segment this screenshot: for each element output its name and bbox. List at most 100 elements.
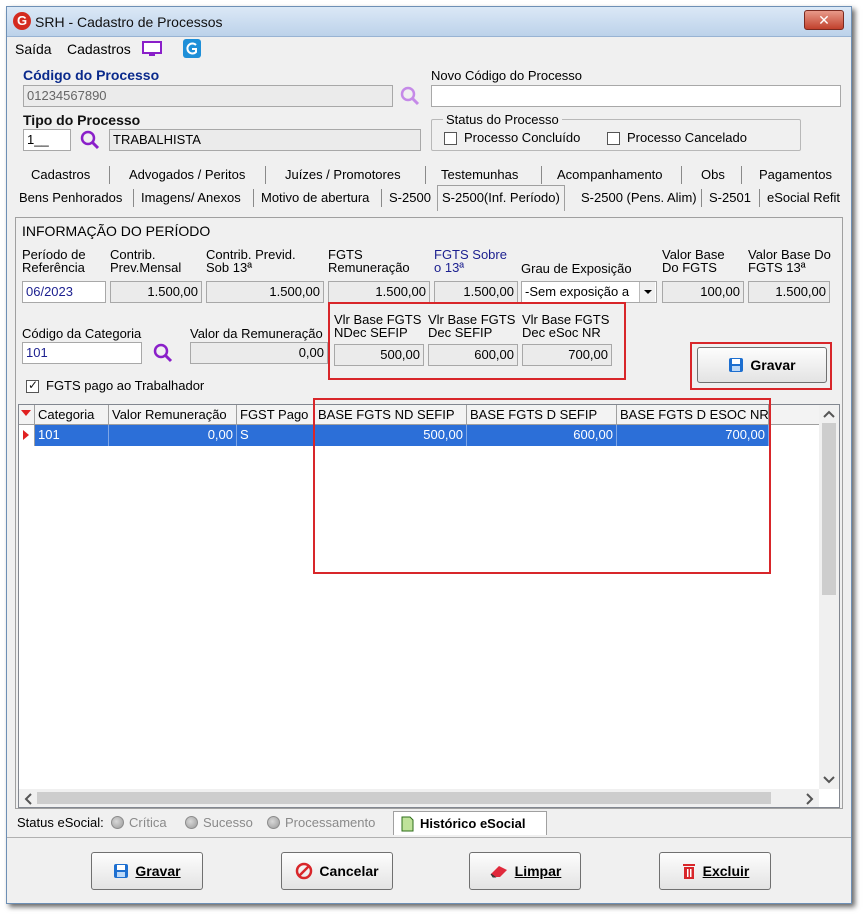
tab-cadastros[interactable]: Cadastros [27, 164, 94, 186]
menu-cadastros[interactable]: Cadastros [67, 41, 131, 57]
chevron-down-icon [644, 290, 652, 294]
footer-delete-button[interactable]: Excluir [659, 852, 771, 890]
footer-cancel-button[interactable]: Cancelar [281, 852, 393, 890]
col-fgst-pago[interactable]: FGST Pago [237, 405, 315, 425]
tab-motivo-abertura[interactable]: Motivo de abertura [257, 187, 373, 209]
periodo-input[interactable]: 06/2023 [22, 281, 106, 303]
cell-fgst-pago[interactable]: S [237, 425, 315, 446]
fgts-13-field[interactable]: 1.500,00 [434, 281, 518, 303]
app-window: G SRH - Cadastro de Processos ✕ Saída Ca… [6, 6, 852, 904]
window-title: SRH - Cadastro de Processos [35, 14, 223, 30]
sucesso-label: Sucesso [203, 815, 253, 830]
tab-bens-penhorados[interactable]: Bens Penhorados [15, 187, 126, 209]
fgts-rem-label: FGTS Remuneração [328, 247, 410, 275]
tipo-code-input[interactable]: 1__ [23, 129, 71, 151]
novo-codigo-label: Novo Código do Processo [431, 68, 583, 83]
trash-icon [682, 864, 695, 879]
vlr-dec-field[interactable]: 600,00 [428, 344, 518, 366]
cell-categoria[interactable]: 101 [35, 425, 109, 446]
close-button[interactable]: ✕ [804, 10, 844, 30]
tab-testemunhas[interactable]: Testemunhas [437, 164, 522, 186]
historico-esocial-label: Histórico eSocial [420, 816, 526, 831]
vlr-esoc-field[interactable]: 700,00 [522, 344, 612, 366]
tab-s2500[interactable]: S-2500 [385, 187, 435, 209]
footer-cancel-label: Cancelar [319, 863, 379, 879]
tab-separator [133, 189, 134, 207]
remuneracao-label: Valor da Remuneração [190, 326, 323, 341]
concluido-checkbox[interactable] [444, 132, 457, 145]
codigo-input[interactable]: 01234567890 [23, 85, 393, 107]
tab-separator [681, 166, 682, 184]
contrib-13-field[interactable]: 1.500,00 [206, 281, 324, 303]
fgts-rem-field[interactable]: 1.500,00 [328, 281, 430, 303]
tipo-label: Tipo do Processo [23, 112, 141, 128]
tab-separator [109, 166, 110, 184]
tab-juizes[interactable]: Juízes / Promotores [281, 164, 405, 186]
tab-s2500-pens-alim[interactable]: S-2500 (Pens. Alim) [577, 187, 701, 209]
vb-fgts-field[interactable]: 100,00 [662, 281, 744, 303]
contrib-mensal-field[interactable]: 1.500,00 [110, 281, 202, 303]
processamento-radio[interactable] [267, 816, 280, 829]
remuneracao-field[interactable]: 0,00 [190, 342, 328, 364]
tab-separator [381, 189, 382, 207]
critica-radio[interactable] [111, 816, 124, 829]
save-icon [114, 864, 129, 878]
col-categoria[interactable]: Categoria [35, 405, 109, 425]
tab-pagamentos[interactable]: Pagamentos [755, 164, 836, 186]
footer-clear-button[interactable]: Limpar [469, 852, 581, 890]
periodo-label: Período de Referência [22, 247, 86, 275]
status-processo-label: Status do Processo [443, 112, 562, 127]
tabs-row-1: Cadastros Advogados / Peritos Juízes / P… [13, 164, 845, 186]
scroll-h-thumb[interactable] [37, 792, 771, 804]
tab-s2501[interactable]: S-2501 [705, 187, 755, 209]
tab-s2500-inf-periodo[interactable]: S-2500(Inf. Período) [437, 185, 565, 211]
footer-delete-label: Excluir [702, 863, 750, 879]
vlr-ndec-field[interactable]: 500,00 [334, 344, 424, 366]
menu-saida[interactable]: Saída [15, 41, 52, 57]
tab-separator [425, 166, 426, 184]
document-icon [401, 816, 414, 831]
tab-obs[interactable]: Obs [697, 164, 729, 186]
footer-save-label: Gravar [135, 863, 181, 879]
monitor-icon[interactable] [141, 40, 163, 58]
tab-esocial-refit[interactable]: eSocial Refit [763, 187, 844, 209]
gravar-periodo-label: Gravar [750, 357, 796, 373]
search-categoria-icon[interactable] [152, 342, 174, 364]
categoria-input[interactable]: 101 [22, 342, 142, 364]
horizontal-scrollbar[interactable] [19, 789, 819, 807]
scroll-right-icon[interactable] [805, 793, 815, 805]
grau-label: Grau de Exposição [521, 261, 632, 276]
esocial-icon[interactable] [183, 39, 201, 58]
footer-save-button[interactable]: Gravar [91, 852, 203, 890]
scroll-left-icon[interactable] [23, 793, 33, 805]
tab-acompanhamento[interactable]: Acompanhamento [553, 164, 667, 186]
tab-separator [741, 166, 742, 184]
sucesso-radio[interactable] [185, 816, 198, 829]
row-indicator [19, 425, 35, 446]
grau-dropdown-button[interactable] [639, 282, 655, 302]
historico-esocial-tab[interactable]: Histórico eSocial [393, 811, 547, 835]
scroll-down-icon[interactable] [823, 775, 835, 785]
cell-valor-remuneracao[interactable]: 0,00 [109, 425, 237, 446]
scroll-up-icon[interactable] [823, 409, 835, 419]
cancelado-checkbox[interactable] [607, 132, 620, 145]
search-codigo-icon[interactable] [399, 85, 421, 107]
gravar-periodo-button[interactable]: Gravar [697, 347, 827, 383]
cancelado-label: Processo Cancelado [627, 130, 747, 145]
novo-codigo-input[interactable] [431, 85, 841, 107]
tab-imagens-anexos[interactable]: Imagens/ Anexos [137, 187, 245, 209]
tab-separator [253, 189, 254, 207]
vb-fgts13-field[interactable]: 1.500,00 [748, 281, 830, 303]
contrib-mensal-label: Contrib. Prev.Mensal [110, 247, 182, 275]
title-bar: G SRH - Cadastro de Processos ✕ [7, 7, 851, 37]
tab-advogados[interactable]: Advogados / Peritos [125, 164, 249, 186]
grau-select[interactable]: -Sem exposição a [521, 281, 657, 303]
fgts-pago-checkbox[interactable] [26, 378, 39, 393]
footer-bar: Gravar Cancelar Limpar Excluir [7, 837, 851, 903]
vb-fgts-label: Valor Base Do FGTS [662, 247, 725, 275]
vertical-scrollbar[interactable] [819, 405, 839, 789]
col-valor-remuneracao[interactable]: Valor Remuneração [109, 405, 237, 425]
search-tipo-icon[interactable] [79, 129, 101, 151]
status-esocial-label: Status eSocial: [17, 815, 104, 830]
scroll-thumb[interactable] [822, 423, 836, 595]
